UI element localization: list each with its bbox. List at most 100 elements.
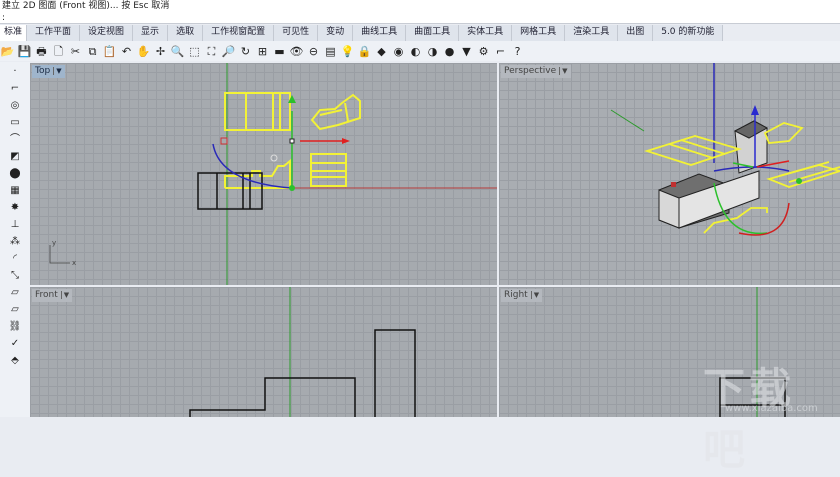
four-views-icon[interactable]: ⊞ — [255, 44, 270, 59]
standard-toolbar: 📂 💾 🖶 🗋 ✂ ⧉ 📋 ↶ ✋ ✢ 🔍 ⬚ ⛶ 🔎 ↻ ⊞ ▬ 👁 ⊖ ▤ 💡 🔒 ◆ ◉ ◐ ◑ ● ▼ ⚙ ⌐? — [0, 41, 840, 61]
gizmo-handle — [671, 182, 676, 187]
tab-13[interactable]: 出图 — [618, 25, 654, 41]
scale-icon[interactable]: ⤡ — [8, 268, 22, 283]
gizmo-x-arrowhead — [342, 138, 350, 144]
help-icon[interactable]: ? — [510, 44, 525, 59]
material-icon[interactable]: ◆ — [374, 44, 389, 59]
left-toolbar: · ⌐ ◎ ▭ ⌒ ◩ ⬤ ▦ ✸ ⊥ ⁂ ◜ ⤡ ▱ ⏥ ⛓ ✓ ⬘ — [0, 62, 30, 417]
viewport-label-front[interactable]: Front ▼ — [32, 289, 73, 302]
zoom-icon[interactable]: 🔍 — [170, 44, 185, 59]
snap-icon[interactable]: ⌐ — [493, 44, 508, 59]
tab-7[interactable]: 变动 — [318, 25, 354, 41]
array-icon[interactable]: ▱ — [8, 285, 22, 300]
rotate-view-icon[interactable]: ↻ — [238, 44, 253, 59]
tab-0[interactable]: 标准 — [0, 25, 28, 41]
save-icon[interactable]: 💾 — [17, 44, 32, 59]
transform-icon[interactable]: ⁂ — [8, 234, 22, 249]
tab-8[interactable]: 曲线工具 — [353, 25, 407, 41]
options-icon[interactable]: ▼ — [459, 44, 474, 59]
gizmo-ring — [270, 154, 278, 162]
viewport-label-perspective[interactable]: Perspective ▼ — [501, 65, 571, 78]
tab-4[interactable]: 选取 — [168, 25, 204, 41]
viewport-title: Front — [35, 290, 58, 300]
viewport-label-right[interactable]: Right ▼ — [501, 289, 543, 302]
curve-icon[interactable]: ⌒ — [8, 132, 22, 147]
chevron-down-icon[interactable]: ▼ — [53, 67, 62, 75]
undo-icon[interactable]: ↶ — [119, 44, 134, 59]
tab-12[interactable]: 渲染工具 — [565, 25, 619, 41]
zoom-extents-icon[interactable]: ⛶ — [204, 44, 219, 59]
polyline-icon[interactable]: ⌐ — [8, 81, 22, 96]
viewport-label-top[interactable]: Top ▼ — [32, 65, 65, 78]
ruler-icon[interactable]: ⏥ — [8, 302, 22, 317]
watermark-url: www.xiazaiba.com — [725, 403, 818, 414]
fillet-icon[interactable]: ◜ — [8, 251, 22, 266]
tab-14[interactable]: 5.0 的新功能 — [653, 25, 724, 41]
circle-icon[interactable]: ◎ — [8, 98, 22, 113]
gizmo-origin — [289, 185, 295, 191]
rendered-icon[interactable]: ◑ — [425, 44, 440, 59]
cplane-icon[interactable]: ▬ — [272, 44, 287, 59]
tab-5[interactable]: 工作视窗配置 — [203, 25, 275, 41]
render-icon[interactable]: ● — [442, 44, 457, 59]
y-axis-line — [610, 109, 645, 132]
hide-icon[interactable]: 👁 — [289, 44, 304, 59]
top-view-geometry: y x — [49, 63, 497, 285]
shaded-icon[interactable]: ◐ — [408, 44, 423, 59]
axis-indicator — [49, 245, 70, 264]
axis-x-label: x — [72, 259, 76, 267]
tab-9[interactable]: 曲面工具 — [406, 25, 460, 41]
surface-icon[interactable]: ◩ — [8, 149, 22, 164]
cut-icon[interactable]: ✂ — [68, 44, 83, 59]
viewport-front[interactable]: Front ▼ — [30, 287, 497, 417]
print-icon[interactable]: 🖶 — [34, 44, 49, 59]
import-icon[interactable]: 🗋 — [51, 44, 66, 59]
color-wheel-icon[interactable]: ◉ — [391, 44, 406, 59]
command-history: 建立 2D 图面 (Front 视图)... 按 Esc 取消 — [0, 0, 840, 12]
explode-icon[interactable]: ✸ — [8, 200, 22, 215]
tab-3[interactable]: 显示 — [133, 25, 169, 41]
profile-curve — [189, 377, 356, 417]
viewport-perspective[interactable]: Perspective ▼ — [499, 63, 840, 285]
rectangle-icon[interactable]: ▭ — [8, 115, 22, 130]
chevron-down-icon[interactable]: ▼ — [530, 291, 540, 299]
layer-icon[interactable]: ▤ — [323, 44, 338, 59]
zoom-window-icon[interactable]: ⬚ — [187, 44, 202, 59]
mesh-icon[interactable]: ▦ — [8, 183, 22, 198]
pan-icon[interactable]: ✋ — [136, 44, 151, 59]
zoom-selected-icon[interactable]: 🔎 — [221, 44, 236, 59]
light-icon[interactable]: 💡 — [340, 44, 355, 59]
toolbar-tabs: 标准 工作平面 设定视图 显示 选取 工作视窗配置 可见性 变动 曲线工具 曲面工具 实体工具 网格工… — [0, 25, 724, 41]
group-icon[interactable]: ⛓ — [8, 319, 22, 334]
gizmo-handle — [220, 137, 228, 145]
viewport-title: Perspective — [504, 66, 557, 76]
front-projection-curves — [197, 172, 263, 210]
move-view-icon[interactable]: ✢ — [153, 44, 168, 59]
tab-1[interactable]: 工作平面 — [27, 25, 81, 41]
copy-icon[interactable]: ⧉ — [85, 44, 100, 59]
dimension-icon[interactable]: ⊥ — [8, 217, 22, 232]
viewport-top[interactable]: Top ▼ y x — [30, 63, 497, 285]
point-icon[interactable]: · — [8, 64, 22, 79]
front-view-geometry — [189, 287, 416, 417]
command-prompt[interactable]: : — [0, 12, 840, 24]
solid-icon[interactable]: ⬤ — [8, 166, 22, 181]
check-icon[interactable]: ✓ — [8, 336, 22, 351]
paste-icon[interactable]: 📋 — [102, 44, 117, 59]
watermark: 下载吧 — [703, 364, 796, 474]
tab-11[interactable]: 网格工具 — [512, 25, 566, 41]
lock-icon[interactable]: 🔒 — [357, 44, 372, 59]
paint-icon[interactable]: ⬘ — [8, 353, 22, 368]
open-icon[interactable]: 📂 — [0, 44, 15, 59]
named-view-icon[interactable]: ⊖ — [306, 44, 321, 59]
gizmo-center — [289, 138, 295, 144]
tab-6[interactable]: 可见性 — [274, 25, 319, 41]
chevron-down-icon[interactable]: ▼ — [60, 291, 70, 299]
perspective-geometry — [610, 63, 840, 236]
viewport-title: Right — [504, 290, 528, 300]
tab-2[interactable]: 设定视图 — [80, 25, 134, 41]
axis-y-label: y — [52, 239, 56, 247]
settings-icon[interactable]: ⚙ — [476, 44, 491, 59]
chevron-down-icon[interactable]: ▼ — [559, 67, 568, 75]
tab-10[interactable]: 实体工具 — [459, 25, 513, 41]
